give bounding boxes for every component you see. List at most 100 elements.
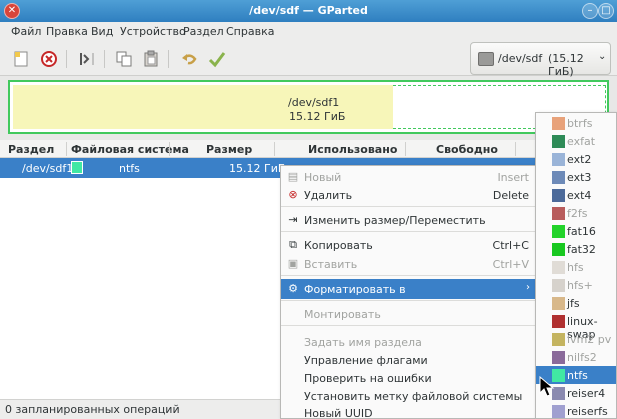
menu-help[interactable]: Справка [226,25,274,38]
menu-item-paste[interactable]: ▣ Вставить Ctrl+V [281,254,537,274]
menu-item-copy[interactable]: ⧉ Копировать Ctrl+C [281,235,537,255]
menu-item-mount[interactable]: Монтировать [281,304,537,324]
filesystem-color-swatch [552,261,565,274]
menu-item-shortcut: Ctrl+V [492,258,529,271]
menu-item-format-to[interactable]: ⚙ Форматировать в › [281,279,537,299]
menu-item-delete[interactable]: ⊗ Удалить Delete [281,185,537,205]
filesystem-color-swatch [552,135,565,148]
context-menu: ▤ Новый Insert ⊗ Удалить Delete ⇥ Измени… [280,165,538,419]
filesystem-option-hfs[interactable]: hfs [536,258,616,276]
device-selector[interactable]: /dev/sdf (15.12 ГиБ) ⌄ [470,42,611,78]
filesystem-option-ext2[interactable]: ext2 [536,150,616,168]
filesystem-color-swatch [552,189,565,202]
new-icon: ▤ [287,170,299,183]
column-partition[interactable]: Раздел [8,143,54,156]
filesystem-option-label: reiserfs [567,405,608,418]
row-size: 15.12 ГиБ [229,162,286,175]
filesystem-option-label: btrfs [567,117,593,130]
menu-item-new[interactable]: ▤ Новый Insert [281,167,537,187]
filesystem-option-ext3[interactable]: ext3 [536,168,616,186]
menu-item-shortcut: Delete [492,189,529,202]
filesystem-option-fat32[interactable]: fat32 [536,240,616,258]
filesystem-option-ext4[interactable]: ext4 [536,186,616,204]
apply-icon[interactable] [206,48,228,70]
menu-device[interactable]: Устройство [120,25,186,38]
filesystem-option-lvm2-pv[interactable]: lvm2 pv [536,330,616,348]
menu-partition[interactable]: Раздел [183,25,224,38]
filesystem-color-swatch [552,405,565,418]
column-size[interactable]: Размер [206,143,252,156]
menu-item-resize-move[interactable]: ⇥ Изменить размер/Переместить [281,210,537,230]
disk-map-partition-label: /dev/sdf1 [288,96,340,109]
disk-map[interactable]: /dev/sdf1 15.12 ГиБ [8,80,609,134]
menu-file[interactable]: Файл [11,25,41,38]
filesystem-option-label: hfs+ [567,279,593,292]
maximize-button[interactable]: □ [598,3,614,19]
resize-icon[interactable] [76,48,98,70]
filesystem-color-swatch [552,315,565,328]
format-icon: ⚙ [288,282,298,295]
filesystem-option-btrfs[interactable]: btrfs [536,114,616,132]
menu-item-label: Форматировать в [304,283,406,296]
delete-icon[interactable] [38,48,60,70]
paste-icon[interactable] [140,48,162,70]
delete-icon: ⊗ [288,188,298,201]
filesystem-option-label: ext4 [567,189,592,202]
menu-view[interactable]: Вид [91,25,113,38]
menu-bar: Файл Правка Вид Устройство Раздел Справк… [0,22,617,42]
submenu-arrow-icon: › [526,282,530,293]
menu-item-set-name[interactable]: Задать имя раздела [281,332,537,352]
menu-item-new-uuid[interactable]: Новый UUID [281,403,537,419]
filesystem-option-label: fat32 [567,243,596,256]
filesystem-color-swatch [552,207,565,220]
undo-icon[interactable] [178,48,200,70]
column-filesystem[interactable]: Файловая система [71,143,189,156]
filesystem-color-swatch [71,161,83,174]
menu-item-label: Проверить на ошибки [304,372,432,385]
menu-item-shortcut: Ctrl+C [492,239,529,252]
partition-table-header: Раздел Файловая система Размер Использов… [0,140,617,158]
filesystem-color-swatch [552,279,565,292]
filesystem-option-label: ext3 [567,171,592,184]
resize-icon: ⇥ [288,213,298,226]
filesystem-option-exfat[interactable]: exfat [536,132,616,150]
filesystem-option-f2fs[interactable]: f2fs [536,204,616,222]
menu-item-label: Монтировать [304,308,381,321]
filesystem-option-label: lvm2 pv [567,333,612,346]
filesystem-option-label: nilfs2 [567,351,597,364]
new-icon[interactable] [10,48,32,70]
menu-item-manage-flags[interactable]: Управление флагами [281,350,537,370]
filesystem-option-nilfs2[interactable]: nilfs2 [536,348,616,366]
menu-item-shortcut: Insert [497,171,529,184]
filesystem-option-label: jfs [567,297,580,310]
menu-item-label: Изменить размер/Переместить [304,214,486,227]
menu-item-check[interactable]: Проверить на ошибки [281,368,537,388]
paste-icon: ▣ [287,257,299,270]
filesystem-color-swatch [552,333,565,346]
filesystem-option-hfs-[interactable]: hfs+ [536,276,616,294]
row-filesystem: ntfs [119,162,140,175]
filesystem-color-swatch [552,243,565,256]
mouse-cursor-icon [539,376,555,397]
minimize-button[interactable]: – [582,3,598,19]
filesystem-option-label: exfat [567,135,596,148]
copy-icon[interactable] [113,48,135,70]
menu-item-label: Удалить [304,189,353,202]
filesystem-option-reiserfs[interactable]: reiserfs [536,402,616,419]
filesystem-color-swatch [552,297,565,310]
menu-item-label: Управление флагами [304,354,428,367]
filesystem-option-fat16[interactable]: fat16 [536,222,616,240]
filesystem-option-label: fat16 [567,225,596,238]
filesystem-option-jfs[interactable]: jfs [536,294,616,312]
column-used[interactable]: Использовано [308,143,397,156]
filesystem-color-swatch [552,153,565,166]
window-title: /dev/sdf — GParted [249,4,368,17]
filesystem-option-linux-swap[interactable]: linux-swap [536,312,616,341]
filesystem-option-label: ntfs [567,369,588,382]
filesystem-option-label: reiser4 [567,387,606,400]
column-free[interactable]: Свободно [436,143,498,156]
filesystem-option-label: hfs [567,261,584,274]
menu-item-label: Установить метку файловой системы [304,390,523,403]
menu-edit[interactable]: Правка [46,25,88,38]
copy-icon: ⧉ [289,238,297,251]
